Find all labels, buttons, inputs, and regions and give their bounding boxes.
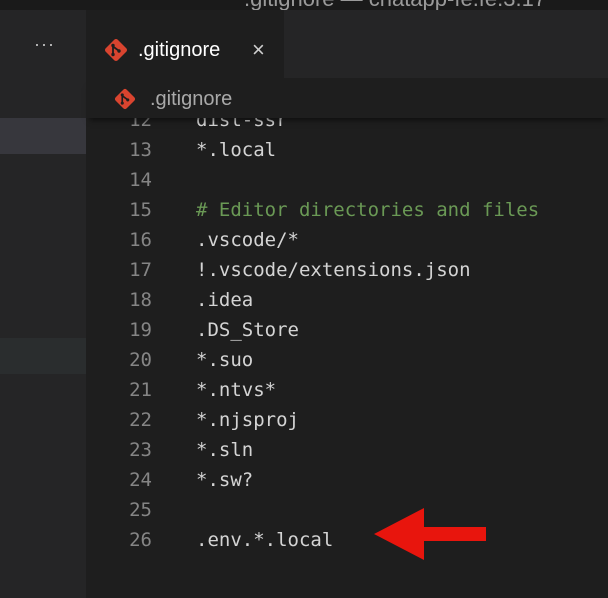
line-number: 25 bbox=[129, 499, 152, 521]
line-text: *.suo bbox=[196, 349, 254, 371]
line-number: 15 bbox=[129, 199, 152, 221]
line-number: 14 bbox=[129, 169, 152, 191]
breadcrumb: .gitignore bbox=[86, 78, 608, 118]
line-text: .DS_Store bbox=[196, 319, 299, 341]
line-text: .env.*.local bbox=[196, 529, 334, 551]
line-number: 12 bbox=[129, 118, 152, 131]
code-line[interactable]: 23 *.sln bbox=[86, 435, 608, 465]
sidebar-hover-row[interactable] bbox=[0, 338, 86, 374]
breadcrumb-file[interactable]: .gitignore bbox=[150, 87, 232, 111]
line-text: dist-ssr bbox=[196, 118, 288, 131]
line-comment: # Editor directories and files bbox=[196, 199, 540, 221]
code-line[interactable]: 19 .DS_Store bbox=[86, 315, 608, 345]
line-text: *.sw? bbox=[196, 469, 254, 491]
line-number: 20 bbox=[129, 349, 152, 371]
red-arrow-icon bbox=[374, 508, 486, 560]
line-number: 17 bbox=[129, 259, 152, 281]
window-title: .gitignore — chatapp-fe.fe.3.17 bbox=[244, 0, 546, 10]
sidebar-selected-row[interactable] bbox=[0, 118, 86, 154]
line-number: 21 bbox=[129, 379, 152, 401]
code-line[interactable]: 20 *.suo bbox=[86, 345, 608, 375]
code-line[interactable]: 24 *.sw? bbox=[86, 465, 608, 495]
git-icon bbox=[114, 88, 136, 115]
line-number: 26 bbox=[129, 529, 152, 551]
code-lines: 12 dist-ssr 13 *.local 14 15 # Editor direc… bbox=[86, 118, 608, 555]
line-number: 18 bbox=[129, 289, 152, 311]
tab-label: .gitignore bbox=[138, 39, 221, 61]
line-text: *.local bbox=[196, 139, 277, 161]
sidebar-header: ··· bbox=[0, 10, 86, 78]
line-number: 16 bbox=[129, 229, 152, 251]
line-number: 24 bbox=[129, 469, 152, 491]
code-line[interactable]: 16 .vscode/* bbox=[86, 225, 608, 255]
line-number: 23 bbox=[129, 439, 152, 461]
window-titlebar: .gitignore — chatapp-fe.fe.3.17 bbox=[0, 0, 608, 10]
line-number: 13 bbox=[129, 139, 152, 161]
code-line[interactable]: 25 bbox=[86, 495, 608, 525]
line-number: 22 bbox=[129, 409, 152, 431]
code-line[interactable]: 12 dist-ssr bbox=[86, 118, 608, 135]
line-text: .vscode/* bbox=[196, 229, 299, 251]
code-line[interactable]: 22 *.njsproj bbox=[86, 405, 608, 435]
line-text: *.ntvs* bbox=[196, 379, 277, 401]
editor-tab-bar: .gitignore × bbox=[86, 10, 608, 78]
code-line[interactable]: 18 .idea bbox=[86, 285, 608, 315]
code-line[interactable]: 17 !.vscode/extensions.json bbox=[86, 255, 608, 285]
code-line[interactable]: 14 bbox=[86, 165, 608, 195]
line-text: *.sln bbox=[196, 439, 254, 461]
explorer-sidebar: ··· bbox=[0, 10, 86, 598]
more-actions-icon[interactable]: ··· bbox=[34, 35, 55, 53]
close-icon[interactable]: × bbox=[252, 38, 265, 62]
code-line[interactable]: 26 .env.*.local bbox=[86, 525, 608, 555]
line-text: !.vscode/extensions.json bbox=[196, 259, 471, 281]
tab-gitignore[interactable]: .gitignore × bbox=[86, 10, 284, 78]
line-text: *.njsproj bbox=[196, 409, 299, 431]
code-line[interactable]: 13 *.local bbox=[86, 135, 608, 165]
code-line[interactable]: 15 # Editor directories and files bbox=[86, 195, 608, 225]
line-number: 19 bbox=[129, 319, 152, 341]
code-editor[interactable]: 12 dist-ssr 13 *.local 14 15 # Editor direc… bbox=[86, 118, 608, 598]
code-line[interactable]: 21 *.ntvs* bbox=[86, 375, 608, 405]
line-text: .idea bbox=[196, 289, 254, 311]
git-icon bbox=[104, 38, 128, 67]
